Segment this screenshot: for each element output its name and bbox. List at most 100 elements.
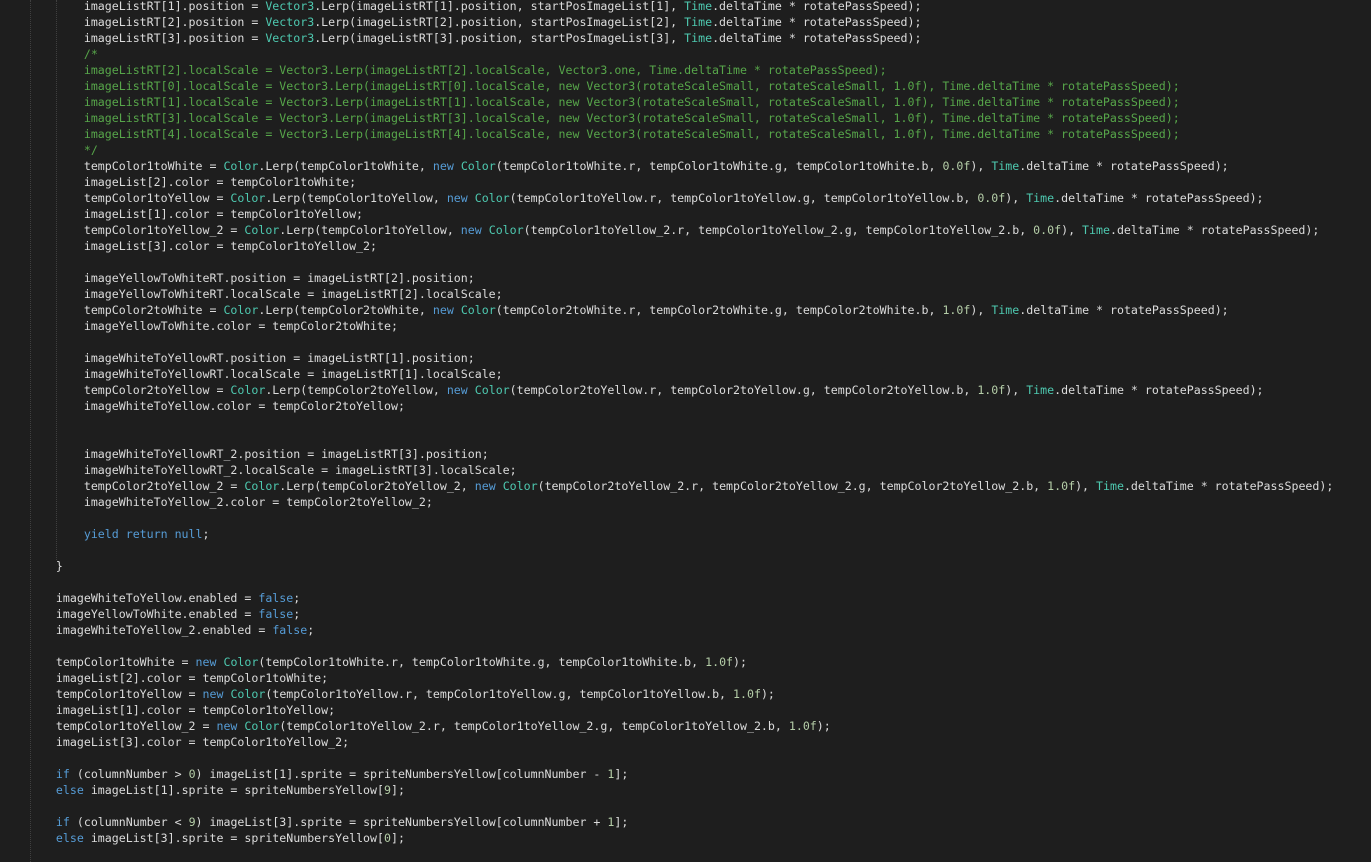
code-token: Color: [223, 159, 259, 173]
code-token: imageWhiteToYellow_2.enabled =: [28, 623, 273, 637]
code-line: imageListRT[3].position = Vector3.Lerp(i…: [28, 30, 1371, 46]
code-token: .deltaTime * rotatePassSpeed);: [1123, 479, 1334, 493]
code-line: imageList[3].color = tempColor1toYellow_…: [28, 238, 1371, 254]
code-token: new: [432, 303, 454, 317]
code-token: ),: [1005, 191, 1027, 205]
code-line: tempColor1toWhite = new Color(tempColor1…: [28, 654, 1371, 670]
code-token: 0.0f: [977, 191, 1006, 205]
code-token: .deltaTime * rotatePassSpeed);: [1019, 159, 1229, 173]
code-token: (tempColor2toYellow.r, tempColor2toYello…: [509, 383, 978, 397]
code-token: ),: [970, 159, 992, 173]
code-editor[interactable]: imageListRT[1].position = Vector3.Lerp(i…: [0, 0, 1371, 862]
code-token: (tempColor1toYellow_2.r, tempColor1toYel…: [523, 223, 1034, 237]
code-token: .Lerp(tempColor2toYellow_2,: [279, 479, 475, 493]
code-token: Color: [474, 383, 510, 397]
code-line: tempColor1toWhite = Color.Lerp(tempColor…: [28, 158, 1371, 174]
code-token: imageList[1].color = tempColor1toYellow;: [28, 703, 336, 717]
code-line: tempColor1toYellow_2 = new Color(tempCol…: [28, 718, 1371, 734]
code-token: tempColor1toWhite =: [28, 655, 196, 669]
code-line: tempColor1toYellow = new Color(tempColor…: [28, 686, 1371, 702]
code-token: Color: [460, 159, 496, 173]
code-line: imageList[3].color = tempColor1toYellow_…: [28, 734, 1371, 750]
code-line: imageList[2].color = tempColor1toWhite;: [28, 174, 1371, 190]
code-token: new: [446, 383, 468, 397]
code-token: Vector3: [265, 0, 315, 13]
code-token: imageWhiteToYellowRT_2.localScale = imag…: [28, 463, 517, 477]
code-token: tempColor2toYellow =: [28, 383, 231, 397]
code-token: .deltaTime * rotatePassSpeed);: [1019, 303, 1229, 317]
code-token: ) imageList[3].sprite = spriteNumbersYel…: [195, 815, 608, 829]
code-token: if: [28, 815, 70, 829]
code-token: Time: [991, 303, 1020, 317]
code-token: Time: [684, 31, 713, 45]
code-token: imageWhiteToYellow.color = tempColor2toY…: [28, 399, 405, 413]
code-token: imageListRT[1].position =: [28, 0, 266, 13]
code-line: imageList[1].color = tempColor1toYellow;: [28, 702, 1371, 718]
code-token: 1.0f: [705, 655, 734, 669]
code-token: imageYellowToWhiteRT.localScale = imageL…: [28, 287, 503, 301]
code-token: Time: [1026, 191, 1055, 205]
code-token: new: [202, 687, 224, 701]
code-token: new: [216, 719, 238, 733]
code-line: imageWhiteToYellow.enabled = false;: [28, 590, 1371, 606]
code-token: (tempColor1toYellow.r, tempColor1toYello…: [509, 191, 978, 205]
code-line: /*: [28, 46, 1371, 62]
code-token: imageList[1].sprite = spriteNumbersYello…: [83, 783, 384, 797]
code-token: imageYellowToWhite.enabled =: [28, 607, 259, 621]
code-line: imageWhiteToYellow.color = tempColor2toY…: [28, 398, 1371, 414]
code-token: );: [816, 719, 831, 733]
code-token: imageYellowToWhite.color = tempColor2toW…: [28, 319, 398, 333]
code-token: else: [28, 783, 84, 797]
code-token: }: [28, 559, 63, 573]
code-token: ),: [1061, 223, 1083, 237]
code-token: imageWhiteToYellow.enabled =: [28, 591, 259, 605]
code-token: .Lerp(imageListRT[3].position, startPosI…: [314, 31, 685, 45]
code-token: Color: [230, 687, 266, 701]
code-token: false: [272, 623, 308, 637]
code-token: else: [28, 831, 84, 845]
code-token: Vector3: [265, 31, 315, 45]
code-token: ];: [390, 831, 405, 845]
code-token: imageList[3].color = tempColor1toYellow_…: [28, 239, 378, 253]
code-token: /*: [28, 47, 98, 61]
code-token: .Lerp(imageListRT[1].position, startPosI…: [314, 0, 685, 13]
code-line: imageListRT[2].position = Vector3.Lerp(i…: [28, 14, 1371, 30]
code-line: }: [28, 558, 1371, 574]
code-line: imageWhiteToYellowRT_2.position = imageL…: [28, 446, 1371, 462]
code-line: imageYellowToWhite.color = tempColor2toW…: [28, 318, 1371, 334]
code-line: imageList[2].color = tempColor1toWhite;: [28, 670, 1371, 686]
code-token: new: [460, 223, 482, 237]
code-token: ),: [1005, 383, 1027, 397]
code-token: (tempColor2toWhite.r, tempColor2toWhite.…: [495, 303, 943, 317]
code-token: Color: [230, 191, 266, 205]
code-token: Color: [223, 303, 259, 317]
code-line: imageWhiteToYellow_2.color = tempColor2t…: [28, 494, 1371, 510]
code-line: imageListRT[2].localScale = Vector3.Lerp…: [28, 62, 1371, 78]
code-line: else imageList[3].sprite = spriteNumbers…: [28, 830, 1371, 846]
code-token: Time: [684, 15, 713, 29]
code-token: );: [733, 655, 747, 669]
code-line: imageWhiteToYellowRT.position = imageLis…: [28, 350, 1371, 366]
code-line: imageWhiteToYellowRT.localScale = imageL…: [28, 366, 1371, 382]
code-line: imageList[1].color = tempColor1toYellow;: [28, 206, 1371, 222]
code-token: imageYellowToWhiteRT.position = imageLis…: [28, 271, 475, 285]
code-token: .Lerp(tempColor1toWhite,: [258, 159, 433, 173]
code-token: (columnNumber <: [69, 815, 189, 829]
code-line: tempColor1toYellow = Color.Lerp(tempColo…: [28, 190, 1371, 206]
code-line: tempColor1toYellow_2 = Color.Lerp(tempCo…: [28, 222, 1371, 238]
code-token: imageList[1].color = tempColor1toYellow;: [28, 207, 364, 221]
code-line: tempColor2toWhite = Color.Lerp(tempColor…: [28, 302, 1371, 318]
code-token: tempColor2toYellow_2 =: [28, 479, 245, 493]
code-token: Time: [1096, 479, 1124, 493]
code-area[interactable]: imageListRT[1].position = Vector3.Lerp(i…: [28, 0, 1371, 846]
code-token: Color: [502, 479, 538, 493]
code-token: imageWhiteToYellow_2.color = tempColor2t…: [28, 495, 433, 509]
code-token: ;: [307, 623, 315, 637]
